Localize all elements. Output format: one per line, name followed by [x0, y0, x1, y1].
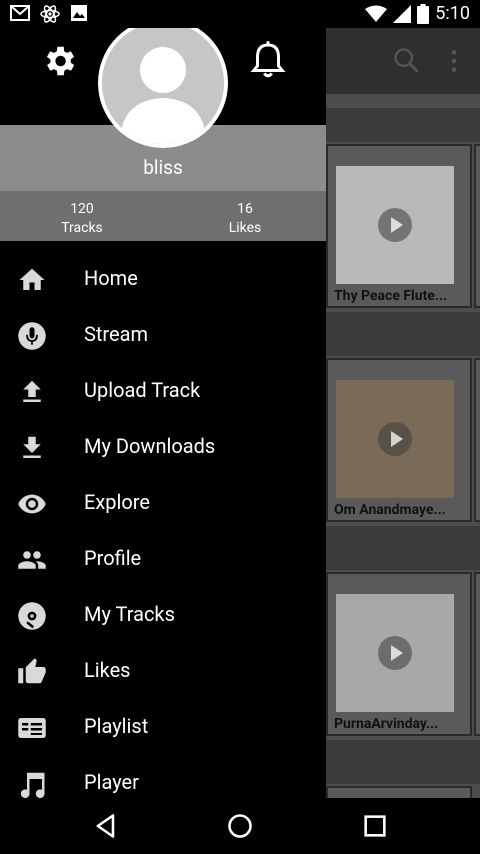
- upload-icon: [23, 380, 41, 402]
- atom-icon: [40, 5, 60, 23]
- tracks-count: 120: [70, 201, 94, 217]
- wifi-icon: [365, 5, 388, 22]
- music-note-icon: [20, 772, 45, 799]
- settings-gear-icon[interactable]: [40, 42, 78, 80]
- people-icon: [18, 551, 46, 569]
- image-icon: [71, 5, 87, 21]
- menu-label: Player: [84, 770, 139, 794]
- background-section-bar: [326, 526, 480, 570]
- app-screen: Thy Peace Flute... Om Anandmaye... Purna…: [0, 0, 480, 854]
- notification-icons: [10, 4, 88, 24]
- menu-label: Stream: [84, 322, 149, 346]
- background-section-bar: [326, 312, 480, 356]
- menu-item-my-tracks[interactable]: My Tracks: [0, 588, 326, 644]
- menu-item-upload-track[interactable]: Upload Track: [0, 364, 326, 420]
- user-silhouette-icon: [102, 22, 224, 144]
- track-thumbnail: [336, 594, 454, 712]
- track-card[interactable]: PurnaArvinday...: [326, 572, 472, 736]
- menu-label: Playlist: [84, 714, 149, 738]
- menu-label: Explore: [84, 490, 150, 514]
- download-icon: [23, 436, 41, 458]
- gmail-icon: [10, 5, 30, 21]
- track-card[interactable]: Thy Peace Flute...: [326, 144, 472, 308]
- menu-item-likes[interactable]: Likes: [0, 644, 326, 700]
- menu-item-my-downloads[interactable]: My Downloads: [0, 420, 326, 476]
- likes-label: Likes: [228, 220, 262, 236]
- tracks-stat[interactable]: 120 Tracks: [22, 200, 142, 238]
- status-bar: 5:10: [0, 0, 480, 28]
- back-icon[interactable]: [92, 812, 120, 840]
- play-icon[interactable]: [378, 208, 412, 242]
- user-name: bliss: [143, 156, 183, 179]
- track-thumbnail: [336, 380, 454, 498]
- home-circle-icon[interactable]: [226, 812, 254, 840]
- play-icon[interactable]: [378, 422, 412, 456]
- menu-label: Home: [84, 266, 138, 290]
- track-card-edge: [474, 572, 480, 736]
- track-card-edge: [474, 358, 480, 522]
- menu-item-playlist[interactable]: Playlist: [0, 700, 326, 756]
- thumbs-up-icon: [18, 658, 46, 684]
- menu-label: Likes: [84, 658, 131, 682]
- track-card-edge: [474, 144, 480, 308]
- notifications-bell-icon[interactable]: [250, 40, 286, 80]
- menu-item-stream[interactable]: Stream: [0, 308, 326, 364]
- system-nav-bar: [0, 798, 480, 854]
- likes-count: 16: [237, 201, 253, 217]
- menu-label: My Tracks: [84, 602, 175, 626]
- track-title: PurnaArvinday...: [334, 716, 439, 732]
- menu-item-profile[interactable]: Profile: [0, 532, 326, 588]
- microphone-icon: [18, 322, 46, 350]
- clock: 5:10: [435, 3, 470, 24]
- search-icon[interactable]: [392, 46, 420, 74]
- menu-item-home[interactable]: Home: [0, 252, 326, 308]
- track-title: Om Anandmaye...: [334, 502, 446, 518]
- menu-label: Upload Track: [84, 378, 201, 402]
- background-section-bar: [326, 108, 480, 142]
- menu-label: Profile: [84, 546, 142, 570]
- system-status: 5:10: [365, 3, 470, 24]
- play-icon[interactable]: [378, 636, 412, 670]
- battery-icon: [417, 3, 430, 24]
- likes-stat[interactable]: 16 Likes: [185, 200, 305, 238]
- disc-icon: [18, 602, 46, 630]
- menu-item-explore[interactable]: Explore: [0, 476, 326, 532]
- avatar[interactable]: [98, 18, 228, 148]
- track-title: Thy Peace Flute...: [334, 288, 448, 304]
- eye-icon: [18, 494, 46, 514]
- track-card[interactable]: Om Anandmaye...: [326, 358, 472, 522]
- signal-icon: [393, 4, 412, 23]
- home-icon: [19, 268, 45, 290]
- track-thumbnail: [336, 166, 454, 284]
- tracks-label: Tracks: [61, 220, 103, 236]
- more-vert-icon[interactable]: [446, 48, 462, 74]
- menu-label: My Downloads: [84, 434, 216, 458]
- playlist-icon: [18, 718, 46, 738]
- recents-square-icon[interactable]: [361, 812, 389, 840]
- drawer-menu: Home Stream Upload Track My Downloads Ex…: [0, 252, 326, 812]
- background-section-bar: [326, 740, 480, 784]
- navigation-drawer: bliss 120 Tracks 16 Likes Home Stream Up…: [0, 18, 326, 799]
